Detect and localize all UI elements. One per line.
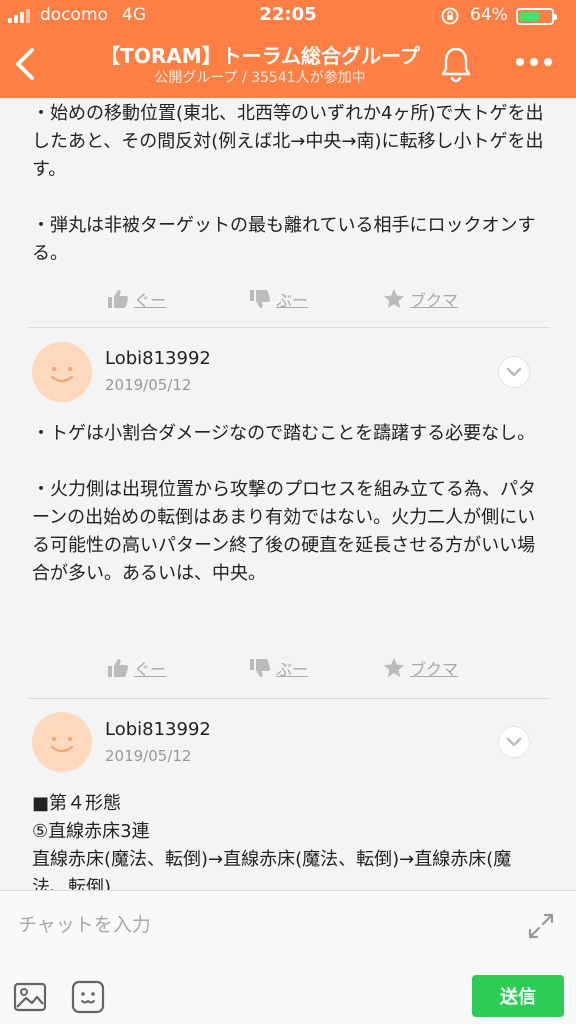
post-menu-button[interactable] (498, 726, 530, 758)
boo-label: ぶー (276, 660, 309, 679)
boo-label: ぶー (276, 291, 309, 310)
post-divider (28, 698, 550, 699)
post-body: ■第４形態 ⑤直線赤床3連 直線赤床(魔法、転倒)→直線赤床(魔法、転倒)→直線… (32, 793, 512, 890)
bell-icon[interactable] (438, 44, 474, 84)
post-author[interactable]: Lobi813992 (105, 348, 211, 369)
post-menu-button[interactable] (498, 356, 530, 388)
post-actions: ぐー ぶー ブクマ (0, 284, 576, 314)
battery-icon (516, 8, 557, 25)
post-actions: ぐー ぶー ブクマ (0, 653, 576, 683)
thumbs-down-icon (250, 659, 271, 677)
avatar[interactable] (32, 342, 92, 402)
status-bar: docomo 4G 22:05 64% (0, 0, 576, 30)
boo-button[interactable]: ぶー (248, 653, 308, 683)
thumbs-up-icon (108, 659, 129, 677)
bookmark-button[interactable]: ブクマ (382, 284, 458, 314)
post-divider (28, 327, 550, 328)
chat-input[interactable] (18, 903, 498, 947)
good-label: ぐー (134, 291, 167, 310)
bookmark-label: ブクマ (410, 291, 459, 310)
thumbs-down-icon (250, 290, 271, 308)
good-button[interactable]: ぐー (106, 653, 166, 683)
thumbs-up-icon (108, 290, 129, 308)
good-label: ぐー (134, 660, 167, 679)
expand-icon[interactable] (526, 911, 556, 941)
back-arrow-icon[interactable] (8, 44, 42, 84)
bookmark-label: ブクマ (410, 660, 459, 679)
post-body: ・トゲは小割合ダメージなので踏むことを躊躇する必要なし。 ・火力側は出現位置から… (32, 423, 536, 584)
app-header: docomo 4G 22:05 64% 【TORAM】トーラム総合グループ 公開… (0, 0, 576, 98)
chevron-down-icon (506, 367, 522, 377)
chat-feed[interactable]: ・始めの移動位置(東北、北西等のいずれか4ヶ所)で大トゲを出したあと、その間反対… (0, 98, 576, 890)
bookmark-button[interactable]: ブクマ (382, 653, 458, 683)
rotation-lock-icon (441, 7, 459, 25)
avatar[interactable] (32, 712, 92, 772)
group-title: 【TORAM】トーラム総合グループ (100, 44, 420, 68)
more-dots-icon[interactable] (512, 52, 556, 72)
star-icon (384, 658, 404, 677)
group-subtitle: 公開グループ / 35541人が参加中 (154, 70, 366, 86)
good-button[interactable]: ぐー (106, 284, 166, 314)
chat-input-bar: 送信 (0, 890, 576, 1024)
post-date: 2019/05/12 (105, 747, 192, 765)
stamp-icon[interactable] (70, 979, 106, 1015)
post-body: ・始めの移動位置(東北、北西等のいずれか4ヶ所)で大トゲを出したあと、その間反対… (32, 103, 544, 264)
battery-level-fill (520, 12, 539, 21)
image-icon[interactable] (12, 979, 48, 1015)
smiley-face-icon (50, 366, 74, 383)
chevron-down-icon (506, 737, 522, 747)
nav-bar: 【TORAM】トーラム総合グループ 公開グループ / 35541人が参加中 (0, 36, 576, 96)
boo-button[interactable]: ぶー (248, 284, 308, 314)
smiley-face-icon (50, 736, 74, 753)
post-author[interactable]: Lobi813992 (105, 719, 211, 740)
send-button[interactable]: 送信 (472, 975, 564, 1017)
battery-percent: 64% (470, 5, 508, 25)
star-icon (384, 289, 404, 308)
post-date: 2019/05/12 (105, 376, 192, 394)
